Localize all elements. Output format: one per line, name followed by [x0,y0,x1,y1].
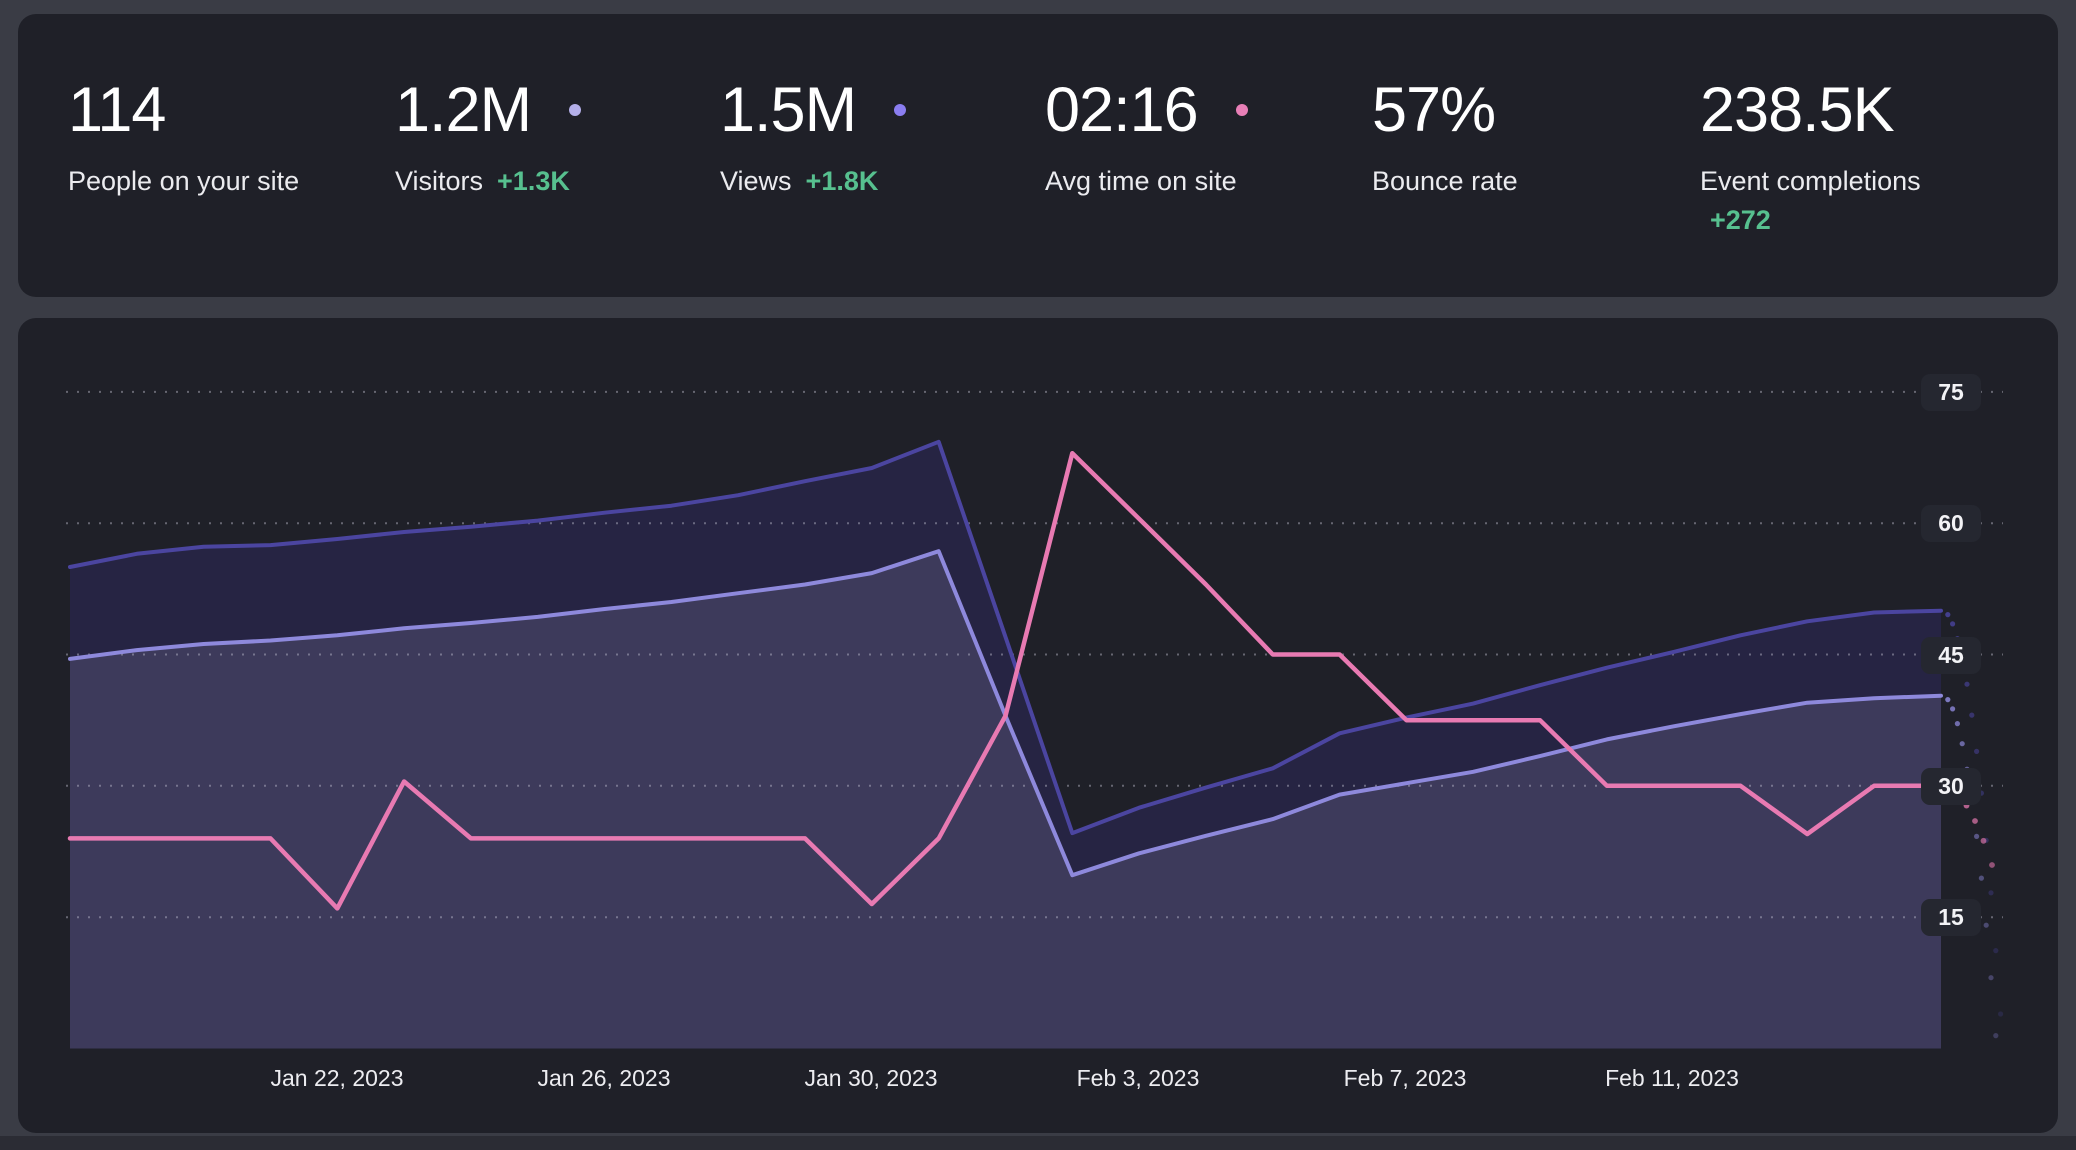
edge-dot [1988,890,1993,895]
views-delta: +1.8K [806,166,879,197]
visitors-delta: +1.3K [497,166,570,197]
bounce-rate-value: 57% [1372,78,1495,142]
y-axis-tick-45: 45 [1921,637,1981,674]
stat-label-row: Bounce rate [1372,166,1518,197]
edge-dot [1950,706,1955,711]
x-axis-tick-jan26: Jan 26, 2023 [514,1065,694,1092]
avg-time-series-dot [1236,104,1248,116]
edge-dot [1974,749,1979,754]
traffic-chart-card: 75 60 45 30 15 Jan 22, 2023 Jan 26, 2023… [18,318,2058,1133]
event-completions-value: 238.5K [1700,78,1894,142]
edge-dot [1981,838,1987,844]
edge-dot [1972,818,1978,824]
stat-label-row: Visitors +1.3K [395,166,581,197]
traffic-area-chart-canvas[interactable] [18,318,2058,1133]
visitors-value: 1.2M [395,78,531,142]
stat-views: 1.5M Views +1.8K [720,14,906,297]
x-axis-tick-feb3: Feb 3, 2023 [1048,1065,1228,1092]
stat-value-row: 1.5M [720,78,906,142]
y-axis-tick-15: 15 [1921,899,1981,936]
edge-dot [1945,612,1950,617]
edge-dot [1969,713,1974,718]
edge-dot [1979,876,1984,881]
x-axis-tick-jan22: Jan 22, 2023 [247,1065,427,1092]
edge-dot [1960,741,1965,746]
y-axis-tick-30: 30 [1921,768,1981,805]
edge-dot [1974,834,1979,839]
stat-value-row: 02:16 [1045,78,1248,142]
edge-dot [1989,862,1995,868]
views-value: 1.5M [720,78,856,142]
people-count-label: People on your site [68,166,299,197]
stat-value-row: 57% [1372,78,1518,142]
stat-bounce-rate: 57% Bounce rate [1372,14,1518,297]
stat-event-completions: 238.5K Event completions +272 [1700,14,1921,297]
edge-dot [1945,697,1950,702]
stat-value-row: 114 [68,78,299,142]
people-count-value: 114 [68,78,165,142]
x-axis-tick-feb11: Feb 11, 2023 [1582,1065,1762,1092]
edge-dot [1984,923,1989,928]
stat-value-row: 1.2M [395,78,581,142]
stats-summary-card: 114 People on your site 1.2M Visitors +1… [18,14,2058,297]
stat-label-row: Event completions [1700,166,1921,197]
edge-dot [1998,1011,2003,1016]
edge-dot [1993,1033,1998,1038]
bounce-rate-label: Bounce rate [1372,166,1518,197]
event-completions-label: Event completions [1700,166,1921,197]
edge-dot [1988,975,1993,980]
x-axis-tick-feb7: Feb 7, 2023 [1315,1065,1495,1092]
stat-label-row: Avg time on site [1045,166,1248,197]
views-label: Views [720,166,792,197]
edge-dot [1993,948,1998,953]
x-axis-tick-jan30: Jan 30, 2023 [781,1065,961,1092]
event-completions-delta: +272 [1710,205,1921,236]
edge-dot [1955,721,1960,726]
y-axis-tick-60: 60 [1921,505,1981,542]
avg-time-label: Avg time on site [1045,166,1237,197]
y-axis-tick-75: 75 [1921,374,1981,411]
visitors-label: Visitors [395,166,483,197]
bottom-bar [0,1136,2076,1150]
stat-label-row: People on your site [68,166,299,197]
analytics-dashboard: { "colors": { "page_bg": "#3a3c45", "car… [0,0,2076,1150]
stat-label-row: Views +1.8K [720,166,906,197]
visitors-series-dot [569,104,581,116]
edge-dot [1964,682,1969,687]
avg-time-value: 02:16 [1045,78,1198,142]
views-series-dot [894,104,906,116]
edge-dot [1950,621,1955,626]
stat-visitors: 1.2M Visitors +1.3K [395,14,581,297]
stat-people-on-site: 114 People on your site [68,14,299,297]
stat-value-row: 238.5K [1700,78,1921,142]
stat-avg-time: 02:16 Avg time on site [1045,14,1248,297]
